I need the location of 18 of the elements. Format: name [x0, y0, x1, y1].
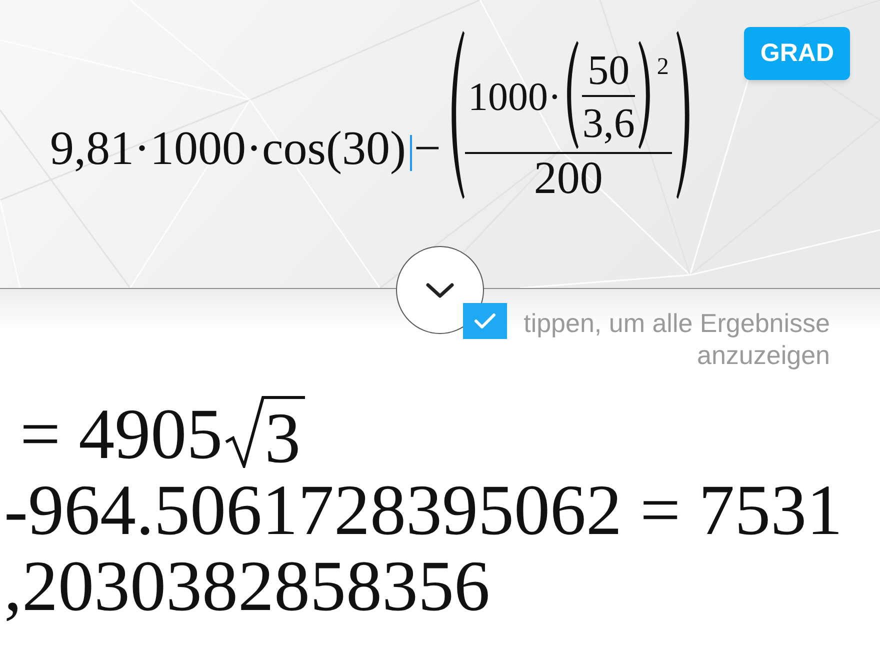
numerator-term: 1000·: [468, 77, 562, 117]
exponent: 2: [656, 55, 669, 79]
expression-term: 9,81·1000·cos(30): [50, 125, 406, 173]
check-icon: [474, 313, 496, 329]
show-all-results-checkbox[interactable]: [463, 303, 507, 339]
text-cursor-icon: [410, 135, 412, 171]
minus-sign: −: [414, 125, 441, 173]
square-root-sign-icon: [224, 396, 265, 468]
radicand: 3: [264, 396, 305, 474]
fraction-denominator: 200: [532, 155, 604, 201]
chevron-down-icon: [426, 282, 454, 298]
fraction-denominator: 3,6: [582, 103, 635, 145]
show-all-results-label[interactable]: tippen, um alle Ergebnisse anzuzeigen: [514, 303, 830, 371]
exact-result: = 4905: [20, 396, 223, 472]
fraction-numerator: 50: [586, 50, 631, 92]
result-line: -964.5061728395062 = 7531: [3, 472, 843, 548]
angle-mode-button[interactable]: GRAD: [744, 27, 850, 80]
result-line: ,2030382858356: [3, 548, 490, 624]
